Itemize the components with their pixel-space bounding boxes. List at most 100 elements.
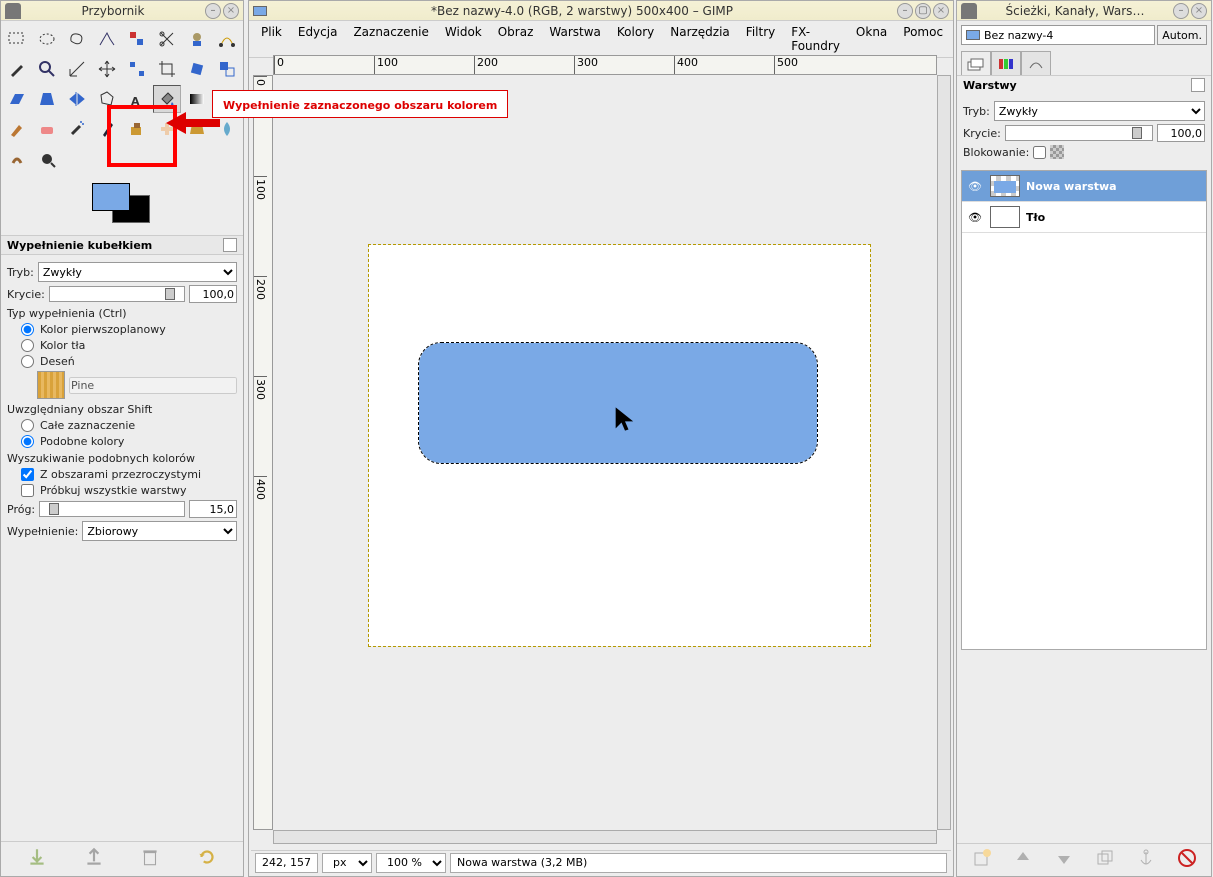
menu-fxfoundry[interactable]: FX-Foundry: [785, 23, 846, 55]
bucket-fill-tool[interactable]: [153, 85, 181, 113]
zoom-combo[interactable]: 100 %: [376, 853, 446, 873]
layer-thumbnail[interactable]: [990, 175, 1020, 197]
duplicate-layer-icon[interactable]: [1095, 848, 1115, 868]
vertical-ruler[interactable]: 0 100 200 300 400: [253, 75, 273, 830]
raise-layer-icon[interactable]: [1013, 848, 1033, 868]
canvas-area[interactable]: [273, 75, 937, 830]
layer-row[interactable]: 👁 Tło: [962, 202, 1206, 233]
menu-colors[interactable]: Kolory: [611, 23, 660, 55]
auto-button[interactable]: Autom.: [1157, 25, 1207, 45]
mode-combo[interactable]: Zwykły: [38, 262, 237, 282]
horizontal-scrollbar[interactable]: [273, 830, 937, 844]
scale-tool[interactable]: [213, 55, 241, 83]
delete-layer-icon[interactable]: [1177, 848, 1197, 868]
scissors-tool[interactable]: [153, 25, 181, 53]
paths-tool[interactable]: [213, 25, 241, 53]
rect-select-tool[interactable]: [3, 25, 31, 53]
rotate-tool[interactable]: [183, 55, 211, 83]
fill-fg-radio[interactable]: [21, 323, 34, 336]
ellipse-select-tool[interactable]: [33, 25, 61, 53]
measure-tool[interactable]: [63, 55, 91, 83]
pattern-preview[interactable]: [37, 371, 65, 399]
maximize-button[interactable]: ▢: [915, 3, 931, 19]
layer-name[interactable]: Nowa warstwa: [1026, 180, 1117, 193]
menu-select[interactable]: Zaznaczenie: [347, 23, 434, 55]
save-options-icon[interactable]: [26, 846, 48, 868]
image-dropdown[interactable]: Bez nazwy-4: [961, 25, 1155, 45]
menu-image[interactable]: Obraz: [492, 23, 540, 55]
lock-alpha-icon[interactable]: [1050, 145, 1064, 159]
canvas[interactable]: [369, 245, 870, 646]
menu-help[interactable]: Pomoc: [897, 23, 949, 55]
opacity-spin[interactable]: [189, 285, 237, 303]
fill-bg-radio[interactable]: [21, 339, 34, 352]
threshold-slider[interactable]: [39, 501, 185, 517]
eraser-tool[interactable]: [33, 115, 61, 143]
blend-tool[interactable]: [183, 85, 211, 113]
image-titlebar[interactable]: *Bez nazwy-4.0 (RGB, 2 warstwy) 500x400 …: [249, 1, 953, 21]
layer-opacity-slider[interactable]: [1005, 125, 1153, 141]
layer-opacity-spin[interactable]: [1157, 124, 1205, 142]
dodge-tool[interactable]: [33, 145, 61, 173]
visibility-icon[interactable]: 👁: [966, 180, 984, 193]
foreground-select-tool[interactable]: [183, 25, 211, 53]
layers-titlebar[interactable]: Ścieżki, Kanały, Wars… – ×: [957, 1, 1211, 21]
menu-filters[interactable]: Filtry: [740, 23, 781, 55]
layer-name[interactable]: Tło: [1026, 211, 1045, 224]
tab-paths[interactable]: [1021, 51, 1051, 75]
transparent-check[interactable]: [21, 468, 34, 481]
minimize-button[interactable]: –: [205, 3, 221, 19]
new-layer-icon[interactable]: [972, 848, 992, 868]
close-button[interactable]: ×: [223, 3, 239, 19]
minimize-button[interactable]: –: [1173, 3, 1189, 19]
layer-row[interactable]: 👁 Nowa warstwa: [962, 171, 1206, 202]
layer-mode-combo[interactable]: Zwykły: [994, 101, 1205, 121]
unit-combo[interactable]: px: [322, 853, 372, 873]
delete-options-icon[interactable]: [139, 846, 161, 868]
close-button[interactable]: ×: [1191, 3, 1207, 19]
text-tool[interactable]: A: [123, 85, 151, 113]
menu-tools[interactable]: Narzędzia: [664, 23, 736, 55]
anchor-layer-icon[interactable]: [1136, 848, 1156, 868]
reset-options-icon[interactable]: [196, 846, 218, 868]
close-button[interactable]: ×: [933, 3, 949, 19]
menu-windows[interactable]: Okna: [850, 23, 893, 55]
horizontal-ruler[interactable]: 0 100 200 300 400 500: [273, 55, 937, 75]
color-picker-tool[interactable]: [3, 55, 31, 83]
move-tool[interactable]: [93, 55, 121, 83]
ink-tool[interactable]: [93, 115, 121, 143]
threshold-spin[interactable]: [189, 500, 237, 518]
menu-file[interactable]: Plik: [255, 23, 288, 55]
affected-whole-radio[interactable]: [21, 419, 34, 432]
layer-thumbnail[interactable]: [990, 206, 1020, 228]
visibility-icon[interactable]: 👁: [966, 211, 984, 224]
menu-layer[interactable]: Warstwa: [543, 23, 607, 55]
tab-layers[interactable]: [961, 51, 991, 75]
fuzzy-select-tool[interactable]: [93, 25, 121, 53]
cage-tool[interactable]: [93, 85, 121, 113]
color-selector[interactable]: [1, 177, 243, 235]
free-select-tool[interactable]: [63, 25, 91, 53]
lock-pixels-check[interactable]: [1033, 146, 1046, 159]
layers-menu-icon[interactable]: [1191, 78, 1205, 92]
menu-view[interactable]: Widok: [439, 23, 488, 55]
fill-by-combo[interactable]: Zbiorowy: [82, 521, 237, 541]
menu-edit[interactable]: Edycja: [292, 23, 344, 55]
flip-tool[interactable]: [63, 85, 91, 113]
toolbox-titlebar[interactable]: Przybornik – ×: [1, 1, 243, 21]
airbrush-tool[interactable]: [63, 115, 91, 143]
opacity-slider[interactable]: [49, 286, 185, 302]
crop-tool[interactable]: [153, 55, 181, 83]
zoom-tool[interactable]: [33, 55, 61, 83]
fg-color-swatch[interactable]: [92, 183, 130, 211]
lower-layer-icon[interactable]: [1054, 848, 1074, 868]
align-tool[interactable]: [123, 55, 151, 83]
tab-channels[interactable]: [991, 51, 1021, 75]
fill-pattern-radio[interactable]: [21, 355, 34, 368]
paintbrush-tool[interactable]: [3, 115, 31, 143]
color-select-tool[interactable]: [123, 25, 151, 53]
shear-tool[interactable]: [3, 85, 31, 113]
sample-merged-check[interactable]: [21, 484, 34, 497]
clone-tool[interactable]: [123, 115, 151, 143]
smudge-tool[interactable]: [3, 145, 31, 173]
